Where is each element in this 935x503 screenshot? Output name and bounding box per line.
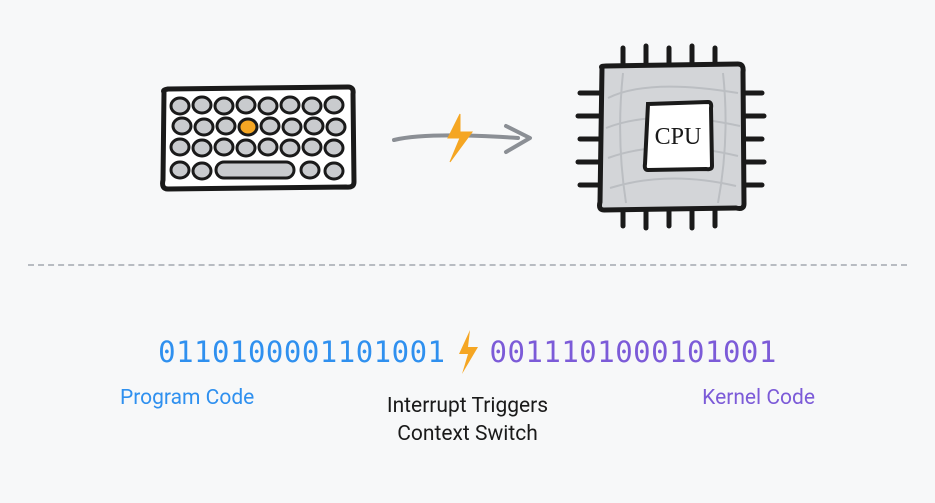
labels-row: Program Code Interrupt Triggers Context …: [0, 386, 935, 446]
binary-line: 0110100001101001 0011101000101001: [0, 330, 935, 374]
cpu-icon: CPU: [568, 38, 778, 242]
program-code-label: Program Code: [120, 386, 254, 410]
cpu-label: CPU: [654, 124, 701, 150]
interrupt-line2: Context Switch: [397, 422, 538, 446]
divider: [28, 264, 907, 266]
diagram-canvas: CPU 0110100001101001 0011101000101001 Pr…: [0, 0, 935, 503]
keyboard-icon: [158, 82, 358, 198]
top-row: CPU: [0, 40, 935, 240]
interrupt-line1: Interrupt Triggers: [387, 394, 548, 418]
bottom-section: 0110100001101001 0011101000101001 Progra…: [0, 330, 935, 446]
program-binary: 0110100001101001: [158, 335, 445, 369]
arrow-icon: [388, 108, 538, 172]
kernel-binary: 0011101000101001: [490, 335, 777, 369]
interrupt-label: Interrupt Triggers Context Switch: [387, 392, 548, 449]
kernel-code-label: Kernel Code: [702, 386, 815, 410]
lightning-icon: [456, 330, 480, 374]
